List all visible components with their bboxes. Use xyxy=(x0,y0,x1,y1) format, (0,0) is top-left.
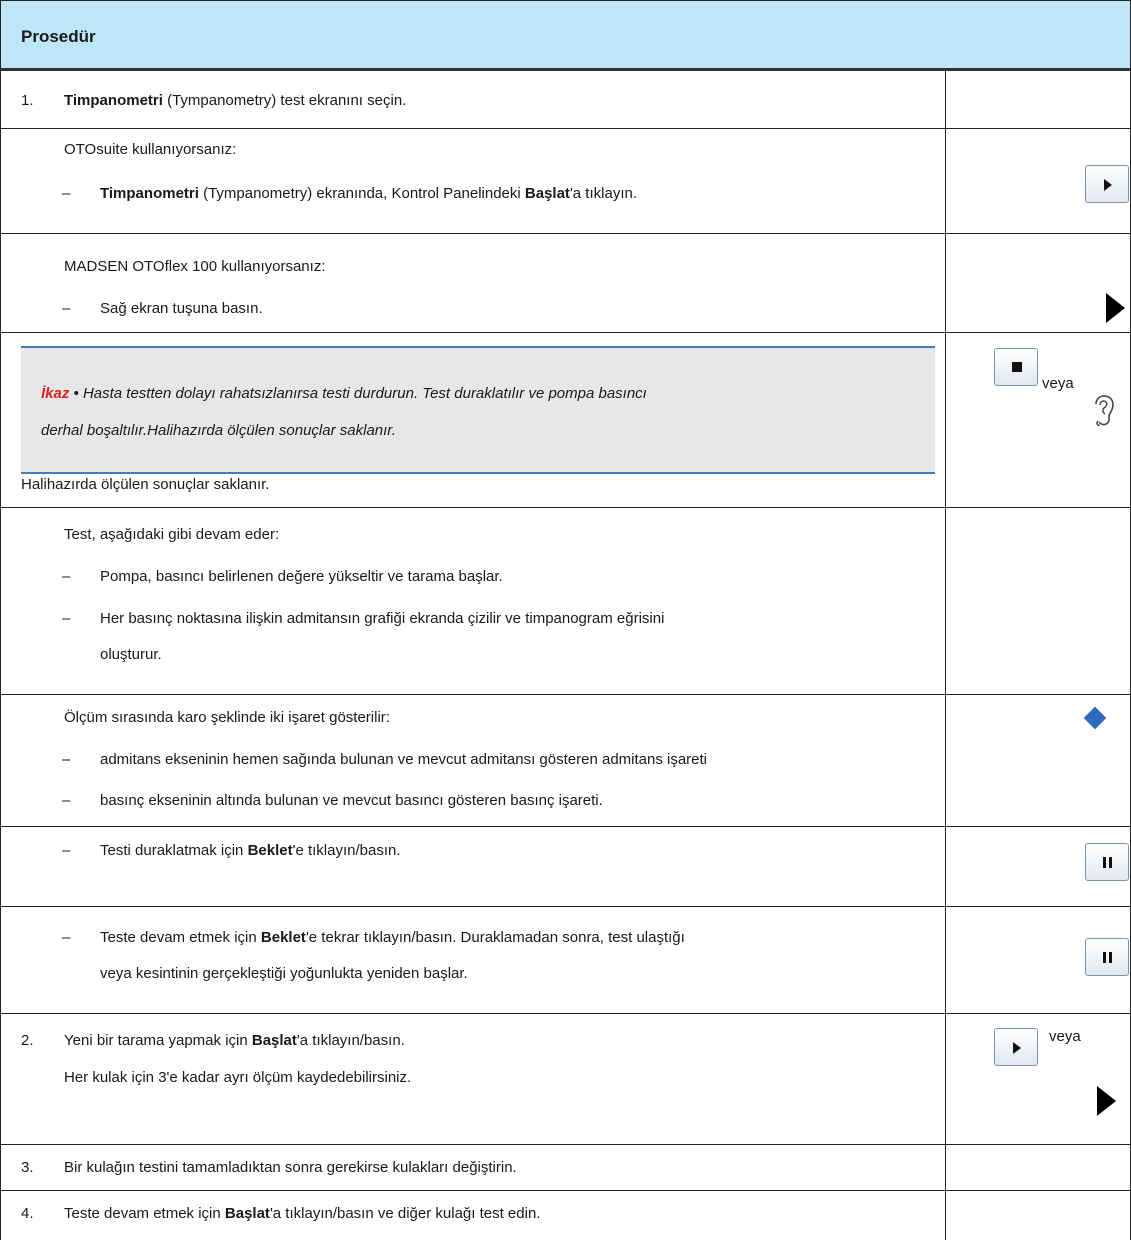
baslat-bold: Başlat xyxy=(224,1205,270,1222)
start-button-icon[interactable] xyxy=(1085,165,1129,203)
continue-item-1: Pompa, basıncı belirlenen değere yükselt… xyxy=(100,568,503,585)
otosuite-row: OTOsuite kullanıyorsanız: – Timpanometri… xyxy=(0,129,1131,234)
markers-item-2: basınç ekseninin altında bulunan ve mevc… xyxy=(100,792,603,809)
play-screen-key-icon xyxy=(1097,1086,1116,1116)
otosuite-intro: OTOsuite kullanıyorsanız: xyxy=(64,141,237,158)
continue-row: Test, aşağıdaki gibi devam eder: – Pompa… xyxy=(0,508,1131,695)
pause-row: – Testi duraklatmak için Beklet'e tıklay… xyxy=(0,827,1131,907)
veya-text: veya xyxy=(1042,375,1074,392)
step-1-row: 1. Timpanometri (Tympanometry) test ekra… xyxy=(0,70,1131,129)
continue-item-2b: oluşturur. xyxy=(100,646,162,663)
diamond-marker-icon xyxy=(1083,706,1107,730)
step-number: 4. xyxy=(21,1205,34,1222)
step-1-text: (Tympanometry) test ekranını seçin. xyxy=(162,92,407,109)
pause-button-icon[interactable] xyxy=(1085,843,1129,881)
madsen-text: Sağ ekran tuşuna basın. xyxy=(100,300,263,317)
dash: – xyxy=(62,842,71,859)
step-4-row: 4. Teste devam etmek için Başlat'a tıkla… xyxy=(0,1191,1131,1240)
step-1-bold: Timpanometri xyxy=(64,92,163,109)
dash: – xyxy=(62,929,71,946)
ear-icon xyxy=(1095,395,1114,426)
step-2-row: 2. Yeni bir tarama yapmak için Başlat'a … xyxy=(0,1014,1131,1145)
header-title: Prosedür xyxy=(21,27,96,46)
step-number: 2. xyxy=(21,1032,34,1049)
stop-button-icon[interactable] xyxy=(994,348,1038,386)
resume-line-2: veya kesintinin gerçekleştiği yoğunlukta… xyxy=(100,965,468,982)
dash: – xyxy=(62,610,71,627)
table-header: Prosedür xyxy=(0,0,1131,71)
madsen-row: MADSEN OTOflex 100 kullanıyorsanız: – Sa… xyxy=(0,234,1131,333)
dash: – xyxy=(62,300,71,317)
caution-full-row: İkaz • Hasta testten dolayı rahatsızlanı… xyxy=(0,333,1131,508)
step-number: 1. xyxy=(21,92,34,109)
dash: – xyxy=(62,792,71,809)
markers-row: Ölçüm sırasında karo şeklinde iki işaret… xyxy=(0,695,1131,827)
caution-after-text: Halihazırda ölçülen sonuçlar saklanır. xyxy=(21,476,270,493)
beklet-bold: Beklet xyxy=(247,842,293,859)
baslat-bold: Başlat xyxy=(524,185,570,202)
step-3-row: 3. Bir kulağın testini tamamladıktan son… xyxy=(0,1145,1131,1191)
dash: – xyxy=(62,568,71,585)
step-3-text: Bir kulağın testini tamamladıktan sonra … xyxy=(64,1159,517,1176)
play-screen-key-icon xyxy=(1106,293,1125,323)
beklet-bold: Beklet xyxy=(260,929,306,946)
continue-intro: Test, aşağıdaki gibi devam eder: xyxy=(64,526,280,543)
dash: – xyxy=(62,751,71,768)
continue-item-2a: Her basınç noktasına ilişkin admitansın … xyxy=(100,610,665,627)
step-number: 3. xyxy=(21,1159,34,1176)
madsen-intro: MADSEN OTOflex 100 kullanıyorsanız: xyxy=(64,258,326,275)
step-2-line-2: Her kulak için 3'e kadar ayrı ölçüm kayd… xyxy=(64,1069,412,1086)
veya-text: veya xyxy=(1049,1028,1081,1045)
start-button-icon[interactable] xyxy=(994,1028,1038,1066)
markers-intro: Ölçüm sırasında karo şeklinde iki işaret… xyxy=(64,709,390,726)
markers-item-1: admitans ekseninin hemen sağında bulunan… xyxy=(100,751,708,768)
dash: – xyxy=(62,185,71,202)
resume-row: – Teste devam etmek için Beklet'e tekrar… xyxy=(0,907,1131,1014)
pause-button-icon[interactable] xyxy=(1085,938,1129,976)
timpanometri-bold: Timpanometri xyxy=(100,185,199,202)
baslat-bold: Başlat xyxy=(251,1032,297,1049)
